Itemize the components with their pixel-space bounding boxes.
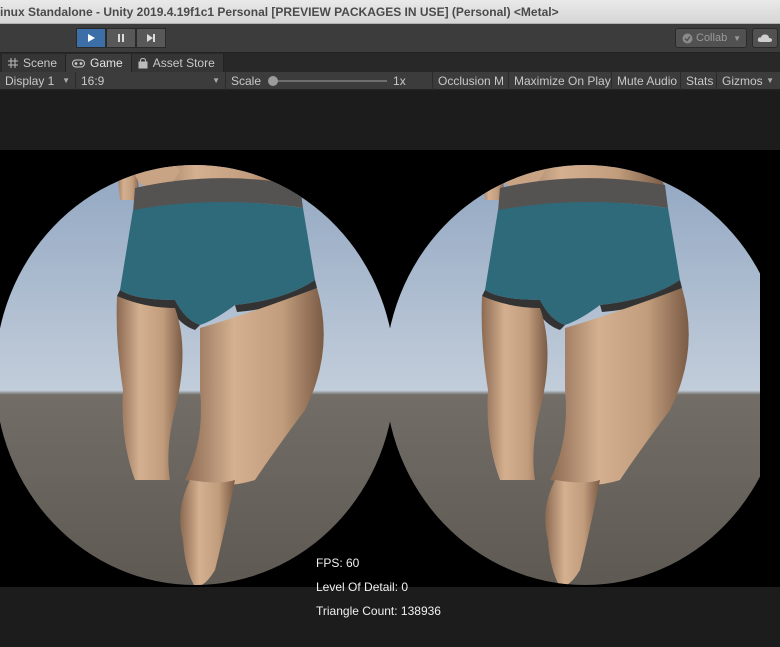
main-toolbar: Collab ▼ <box>0 24 780 53</box>
bag-icon <box>138 57 148 68</box>
pause-button[interactable] <box>106 28 136 48</box>
scale-value: 1x <box>393 73 406 88</box>
step-icon <box>147 34 155 42</box>
scale-slider[interactable] <box>268 75 388 86</box>
step-button[interactable] <box>136 28 166 48</box>
aspect-label: 16:9 <box>81 73 105 88</box>
tab-scene[interactable]: Scene <box>2 54 67 72</box>
stereo-render <box>0 150 780 587</box>
gamepad-icon <box>72 59 86 67</box>
tab-scene-label: Scene <box>23 56 58 70</box>
chevron-down-icon: ▼ <box>62 76 70 85</box>
grid-icon <box>8 58 18 68</box>
scale-label: Scale <box>231 73 262 88</box>
scale-slider-thumb[interactable] <box>268 75 279 86</box>
tab-game[interactable]: Game <box>66 54 132 72</box>
tab-asset-store-label: Asset Store <box>152 56 215 70</box>
chevron-down-icon: ▼ <box>766 76 774 85</box>
scale-control: Scale 1x <box>226 71 433 90</box>
chevron-down-icon: ▼ <box>212 76 220 85</box>
tab-game-label: Game <box>90 56 123 70</box>
occlusion-label: Occlusion M <box>438 73 505 88</box>
occlusion-toggle[interactable]: Occlusion M <box>433 71 509 90</box>
cloud-button[interactable] <box>752 28 778 48</box>
play-button[interactable] <box>76 28 106 48</box>
letterbox-top <box>0 91 780 150</box>
display-dropdown[interactable]: Display 1 ▼ <box>0 71 76 90</box>
mute-label: Mute Audio <box>617 73 678 88</box>
fps-readout: FPS: 60 <box>316 556 360 570</box>
pause-icon <box>118 34 124 42</box>
tab-asset-store[interactable]: Asset Store <box>131 54 224 72</box>
collab-label: Collab <box>696 32 728 44</box>
check-circle-icon <box>682 33 693 43</box>
maximize-label: Maximize On Play <box>514 73 611 88</box>
stats-overlay: FPS: 60 Level Of Detail: 0 Triangle Coun… <box>316 551 441 623</box>
chevron-down-icon: ▼ <box>733 33 741 43</box>
view-tab-bar: Scene Game Asset Store <box>0 53 780 72</box>
gizmos-label: Gizmos <box>722 73 763 88</box>
mute-audio-toggle[interactable]: Mute Audio <box>612 71 681 90</box>
display-label: Display 1 <box>5 73 55 88</box>
lod-readout: Level Of Detail: 0 <box>316 580 409 594</box>
game-view[interactable]: FPS: 60 Level Of Detail: 0 Triangle Coun… <box>0 91 780 647</box>
gizmos-dropdown[interactable]: Gizmos ▼ <box>717 72 779 90</box>
stats-toggle[interactable]: Stats <box>681 71 717 90</box>
aspect-dropdown[interactable]: 16:9 ▼ <box>76 71 226 90</box>
window-title: inux Standalone - Unity 2019.4.19f1c1 Pe… <box>0 4 559 19</box>
game-view-toolbar: Display 1 ▼ 16:9 ▼ Scale 1x Occlusion M … <box>0 71 780 90</box>
collab-dropdown[interactable]: Collab ▼ <box>675 28 747 48</box>
maximize-on-play-toggle[interactable]: Maximize On Play <box>509 71 612 90</box>
cloud-icon <box>757 34 772 42</box>
triangle-count-readout: Triangle Count: 138936 <box>316 604 441 618</box>
play-icon <box>88 34 95 42</box>
stats-label: Stats <box>686 73 714 88</box>
playback-controls <box>76 28 166 48</box>
window-title-bar: inux Standalone - Unity 2019.4.19f1c1 Pe… <box>0 0 780 24</box>
